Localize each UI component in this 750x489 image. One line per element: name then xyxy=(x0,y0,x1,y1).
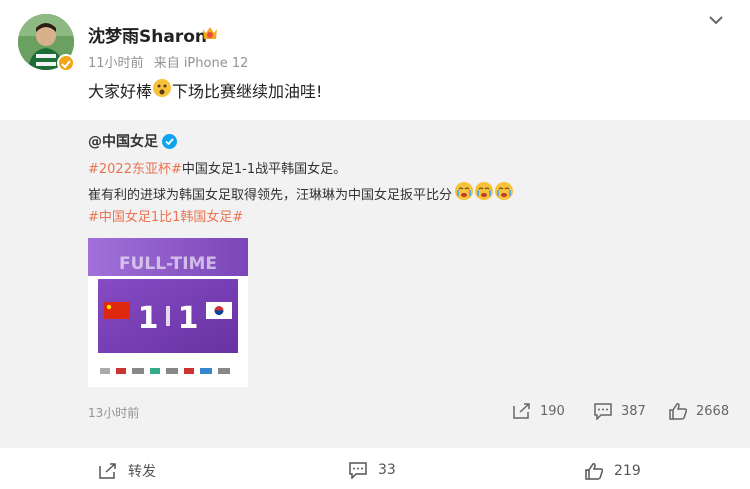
repost-author[interactable]: @中国女足 xyxy=(88,131,177,151)
post-time[interactable]: 11小时前 xyxy=(88,56,144,71)
repost-time[interactable]: 13小时前 xyxy=(88,404,139,421)
like-button[interactable]: 219 xyxy=(584,462,641,480)
repost-line-2: 崔有利的进球为韩国女足取得领先，汪琳琳为中国女足扳平比分 xyxy=(88,181,514,205)
repost-author-name[interactable]: @中国女足 xyxy=(88,131,158,151)
repost-text-2: 崔有利的进球为韩国女足取得领先，汪琳琳为中国女足扳平比分 xyxy=(88,187,453,203)
username[interactable]: 沈梦雨Sharon xyxy=(88,22,207,47)
repost-text-1: 中国女足1-1战平韩国女足。 xyxy=(181,162,347,177)
forward-button[interactable]: 转发 xyxy=(98,461,156,481)
match-result-image[interactable]: FULL-TIME 1 1 xyxy=(88,238,248,387)
crying-emoji-icon xyxy=(454,181,514,205)
share-icon xyxy=(99,463,116,479)
score-left: 1 xyxy=(138,301,159,336)
comment-icon xyxy=(594,403,612,420)
like-icon xyxy=(585,463,604,480)
share-icon xyxy=(513,403,530,419)
post-text-part-2: 下场比赛继续加油哇! xyxy=(172,82,323,101)
like-icon xyxy=(669,403,688,420)
chevron-down-icon[interactable] xyxy=(706,10,726,30)
like-count: 219 xyxy=(614,463,641,479)
post-meta: 11小时前 来自 iPhone 12 xyxy=(88,52,254,71)
hashtag-link[interactable]: #2022东亚杯# xyxy=(88,158,182,177)
crying-face-emoji-icon xyxy=(201,25,219,45)
repost-comment-count: 387 xyxy=(621,403,646,419)
korea-flag-icon xyxy=(206,302,232,319)
repost-share-button[interactable]: 190 xyxy=(512,402,565,420)
post-text-part-1: 大家好棒 xyxy=(88,82,153,101)
post-text: 大家好棒 下场比赛继续加油哇! xyxy=(88,78,322,102)
score-right: 1 xyxy=(178,301,199,336)
shocked-face-emoji-icon xyxy=(152,78,172,102)
verified-blue-icon xyxy=(162,133,177,149)
comment-button[interactable]: 33 xyxy=(348,461,396,479)
post-source: 来自 iPhone 12 xyxy=(153,56,249,71)
forward-label: 转发 xyxy=(128,464,156,480)
repost-share-count: 190 xyxy=(540,403,565,419)
verified-badge-icon xyxy=(57,54,75,72)
repost-line-3: #中国女足1比1韩国女足# xyxy=(88,206,243,225)
repost-like-count: 2668 xyxy=(696,403,730,419)
repost-line-1: #2022东亚杯# 中国女足1-1战平韩国女足。 xyxy=(88,158,346,177)
repost-comment-button[interactable]: 387 xyxy=(593,402,646,420)
hashtag-link-2[interactable]: #中国女足1比1韩国女足# xyxy=(88,206,243,225)
image-banner: FULL-TIME xyxy=(119,254,217,274)
comment-count: 33 xyxy=(378,462,396,478)
china-flag-icon xyxy=(104,302,130,319)
comment-icon xyxy=(349,462,367,479)
repost-like-button[interactable]: 2668 xyxy=(668,402,729,420)
